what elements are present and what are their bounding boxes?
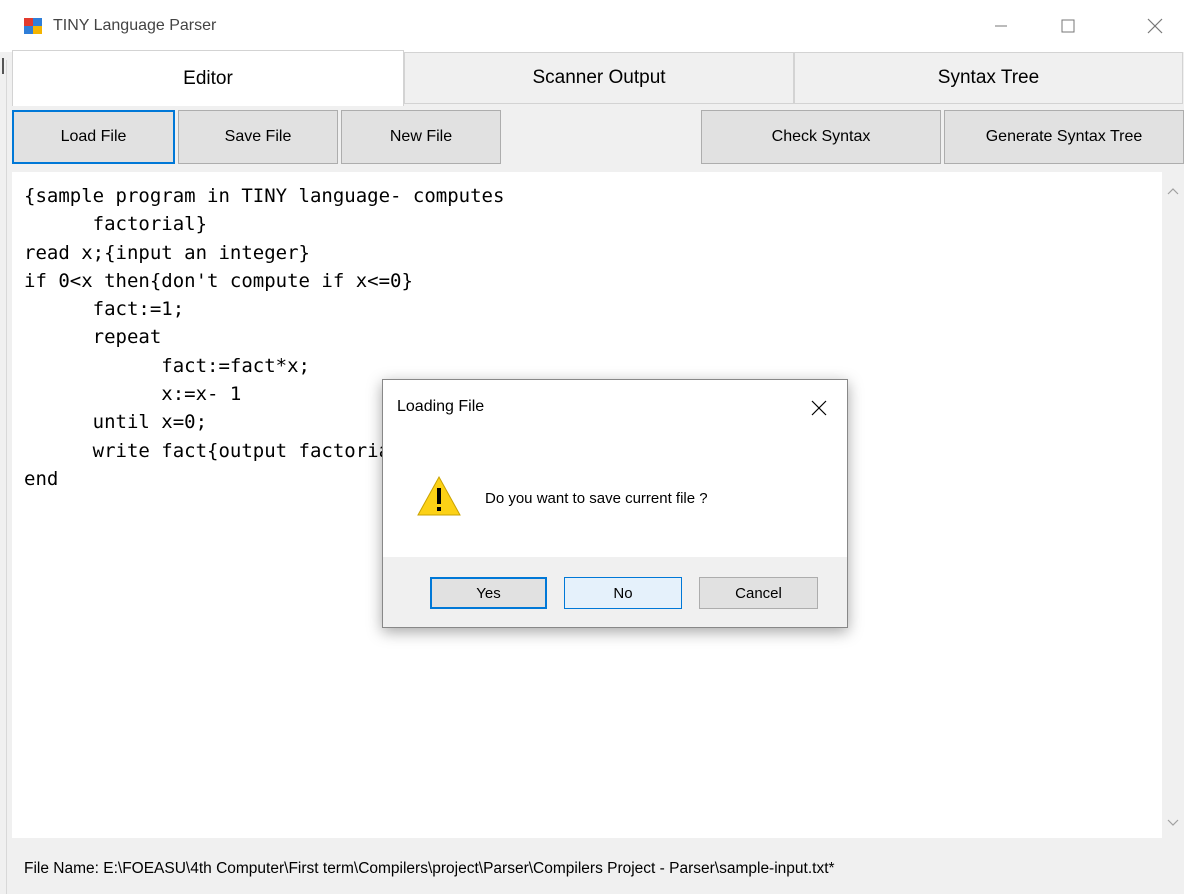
title-bar: TINY Language Parser <box>0 0 1184 52</box>
vertical-scrollbar[interactable] <box>1162 172 1184 838</box>
cancel-button[interactable]: Cancel <box>699 577 818 609</box>
chevron-up-icon <box>1167 188 1179 195</box>
tab-syntax-tree[interactable]: Syntax Tree <box>794 52 1183 104</box>
close-button[interactable] <box>1133 6 1177 46</box>
loading-file-dialog: Loading File Do you want to save current… <box>382 379 848 628</box>
no-button[interactable]: No <box>564 577 682 609</box>
load-file-button[interactable]: Load File <box>12 110 175 164</box>
dialog-title: Loading File <box>397 398 485 415</box>
scroll-down-button[interactable] <box>1162 812 1184 834</box>
chevron-down-icon <box>1167 819 1179 826</box>
minimize-icon <box>995 25 1007 27</box>
tab-editor[interactable]: Editor <box>12 50 404 106</box>
dialog-close-button[interactable] <box>801 390 837 426</box>
tab-scanner-output[interactable]: Scanner Output <box>404 52 794 104</box>
dialog-message: Do you want to save current file ? <box>485 490 708 507</box>
close-icon <box>1147 18 1163 34</box>
file-name-status: File Name: E:\FOEASU\4th Computer\First … <box>24 860 835 877</box>
maximize-icon <box>1061 19 1075 33</box>
close-icon <box>811 400 827 416</box>
window-title: TINY Language Parser <box>53 17 217 34</box>
minimize-button[interactable] <box>979 6 1023 46</box>
scroll-up-button[interactable] <box>1162 180 1184 202</box>
warning-icon <box>417 475 461 516</box>
save-file-button[interactable]: Save File <box>178 110 338 164</box>
yes-button[interactable]: Yes <box>430 577 547 609</box>
resize-grip <box>2 58 4 74</box>
generate-syntax-tree-button[interactable]: Generate Syntax Tree <box>944 110 1184 164</box>
maximize-button[interactable] <box>1046 6 1090 46</box>
window-left-edge <box>0 60 7 894</box>
new-file-button[interactable]: New File <box>341 110 501 164</box>
app-window-icon <box>24 18 42 34</box>
check-syntax-button[interactable]: Check Syntax <box>701 110 941 164</box>
